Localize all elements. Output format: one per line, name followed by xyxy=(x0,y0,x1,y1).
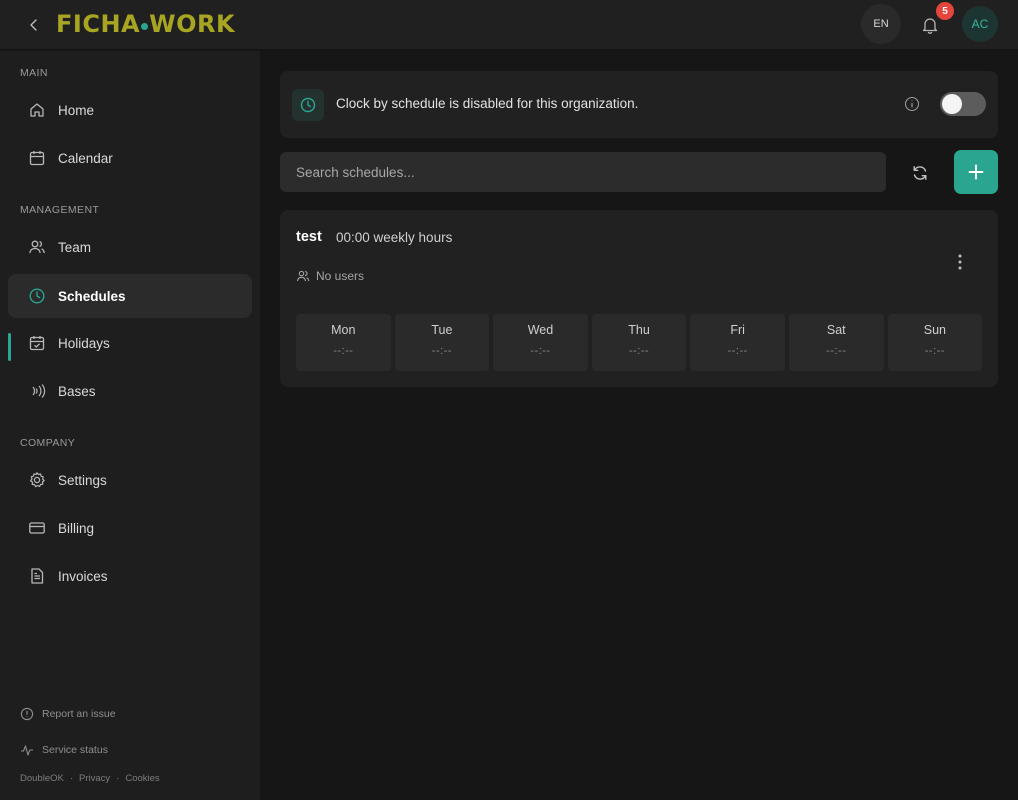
sidebar-item-label: Billing xyxy=(58,520,95,536)
document-icon xyxy=(28,567,46,585)
day-time: --:-- xyxy=(628,345,650,357)
sidebar-item-label: Settings xyxy=(58,472,107,488)
privacy-link[interactable]: Privacy xyxy=(79,773,110,784)
back-button[interactable] xyxy=(22,13,46,37)
clock-icon xyxy=(28,287,46,305)
sidebar-item-label: Bases xyxy=(58,383,96,399)
schedule-name: test xyxy=(296,229,322,245)
day-cell-sat: Sat --:-- xyxy=(788,314,884,371)
gear-icon xyxy=(28,471,46,489)
day-cell-tue: Tue --:-- xyxy=(394,314,490,371)
language-button[interactable]: EN xyxy=(861,4,901,44)
sidebar-item-schedules[interactable]: Schedules xyxy=(8,274,252,318)
team-icon xyxy=(28,238,46,256)
info-icon[interactable] xyxy=(904,96,920,112)
sidebar-item-billing[interactable]: Billing xyxy=(8,506,252,550)
schedule-users: No users xyxy=(296,269,364,283)
day-time: --:-- xyxy=(530,345,551,357)
day-time: --:-- xyxy=(826,345,847,357)
add-schedule-button[interactable] xyxy=(954,150,998,194)
sidebar-item-home[interactable]: Home xyxy=(8,88,252,132)
top-bar: FICHA WORK EN 5 AC xyxy=(0,0,1018,50)
notification-badge: 5 xyxy=(936,2,954,20)
plus-icon xyxy=(968,164,984,180)
calendar-check-icon xyxy=(28,334,46,352)
cookies-link[interactable]: Cookies xyxy=(125,773,159,784)
sidebar-item-settings[interactable]: Settings xyxy=(8,458,252,502)
clock-by-schedule-banner: Clock by schedule is disabled for this o… xyxy=(280,71,998,138)
sidebar-item-label: Home xyxy=(58,102,95,118)
section-label-management: MANAGEMENT xyxy=(20,204,100,216)
alert-circle-icon xyxy=(20,707,34,721)
section-label-company: COMPANY xyxy=(20,437,76,449)
banner-message: Clock by schedule is disabled for this o… xyxy=(336,96,639,111)
day-name: Thu xyxy=(628,323,650,337)
chevron-left-icon xyxy=(30,19,37,31)
day-name: Wed xyxy=(527,323,554,337)
bell-icon xyxy=(922,18,938,34)
day-name: Fri xyxy=(730,323,745,337)
sidebar-item-label: Schedules xyxy=(58,288,126,304)
day-name: Mon xyxy=(331,323,356,337)
day-name: Tue xyxy=(431,323,453,337)
day-cell-mon: Mon --:-- xyxy=(296,314,391,371)
sidebar-item-label: Team xyxy=(58,239,92,255)
sidebar-item-label: Calendar xyxy=(58,150,113,166)
day-cell-wed: Wed --:-- xyxy=(493,314,588,371)
separator: · xyxy=(69,773,74,784)
service-status-link[interactable]: Service status xyxy=(20,743,108,757)
day-time: --:-- xyxy=(727,345,748,357)
calendar-icon xyxy=(28,149,46,167)
sidebar-item-team[interactable]: Team xyxy=(8,225,252,269)
home-icon xyxy=(28,101,46,119)
report-issue-label: Report an issue xyxy=(42,708,116,720)
day-cell-fri: Fri --:-- xyxy=(690,314,785,371)
sidebar-item-label: Holidays xyxy=(58,335,110,351)
schedule-card[interactable]: test 00:00 weekly hours No users Mon --:-… xyxy=(280,210,998,387)
footer-links: DoubleOK · Privacy · Cookies xyxy=(20,773,160,784)
search-input[interactable] xyxy=(280,152,886,192)
refresh-button[interactable] xyxy=(906,159,934,187)
refresh-icon xyxy=(913,166,927,180)
users-label: No users xyxy=(316,269,365,283)
day-cell-sun: Sun --:-- xyxy=(887,314,983,371)
clock-icon xyxy=(292,89,324,121)
schedule-weekly-hours: 00:00 weekly hours xyxy=(336,230,453,245)
signal-icon xyxy=(28,382,46,400)
day-name: Sat xyxy=(826,323,846,337)
kebab-menu-icon xyxy=(958,254,962,270)
toggle-knob xyxy=(942,94,962,114)
more-options-button[interactable] xyxy=(950,250,970,274)
separator: · xyxy=(116,773,120,784)
day-time: --:-- xyxy=(431,345,452,357)
day-time: --:-- xyxy=(333,345,354,357)
credit-card-icon xyxy=(28,519,46,537)
sidebar-item-calendar[interactable]: Calendar xyxy=(8,136,252,180)
sidebar-item-bases[interactable]: Bases xyxy=(8,369,252,413)
day-time: --:-- xyxy=(924,345,945,357)
day-cell-thu: Thu --:-- xyxy=(591,314,687,371)
avatar[interactable]: AC xyxy=(962,6,998,42)
sidebar-item-holidays[interactable]: Holidays xyxy=(8,321,252,365)
clock-by-schedule-toggle[interactable] xyxy=(940,92,986,116)
day-name: Sun xyxy=(923,323,946,337)
activity-icon xyxy=(20,743,34,757)
weekday-grid: Mon --:-- Tue --:-- Wed --:-- Thu --:-- Fri -… xyxy=(296,314,983,371)
sidebar-item-invoices[interactable]: Invoices xyxy=(8,554,252,598)
users-icon xyxy=(296,269,310,283)
app-logo[interactable]: FICHA WORK xyxy=(56,10,235,38)
sidebar: MAIN Home Calendar MANAGEMENT Team Sched… xyxy=(0,51,260,800)
service-status-label: Service status xyxy=(42,744,108,756)
sidebar-item-label: Invoices xyxy=(58,568,108,584)
brand-link[interactable]: DoubleOK xyxy=(20,773,64,784)
section-label-main: MAIN xyxy=(20,67,48,79)
report-issue-link[interactable]: Report an issue xyxy=(20,707,116,721)
